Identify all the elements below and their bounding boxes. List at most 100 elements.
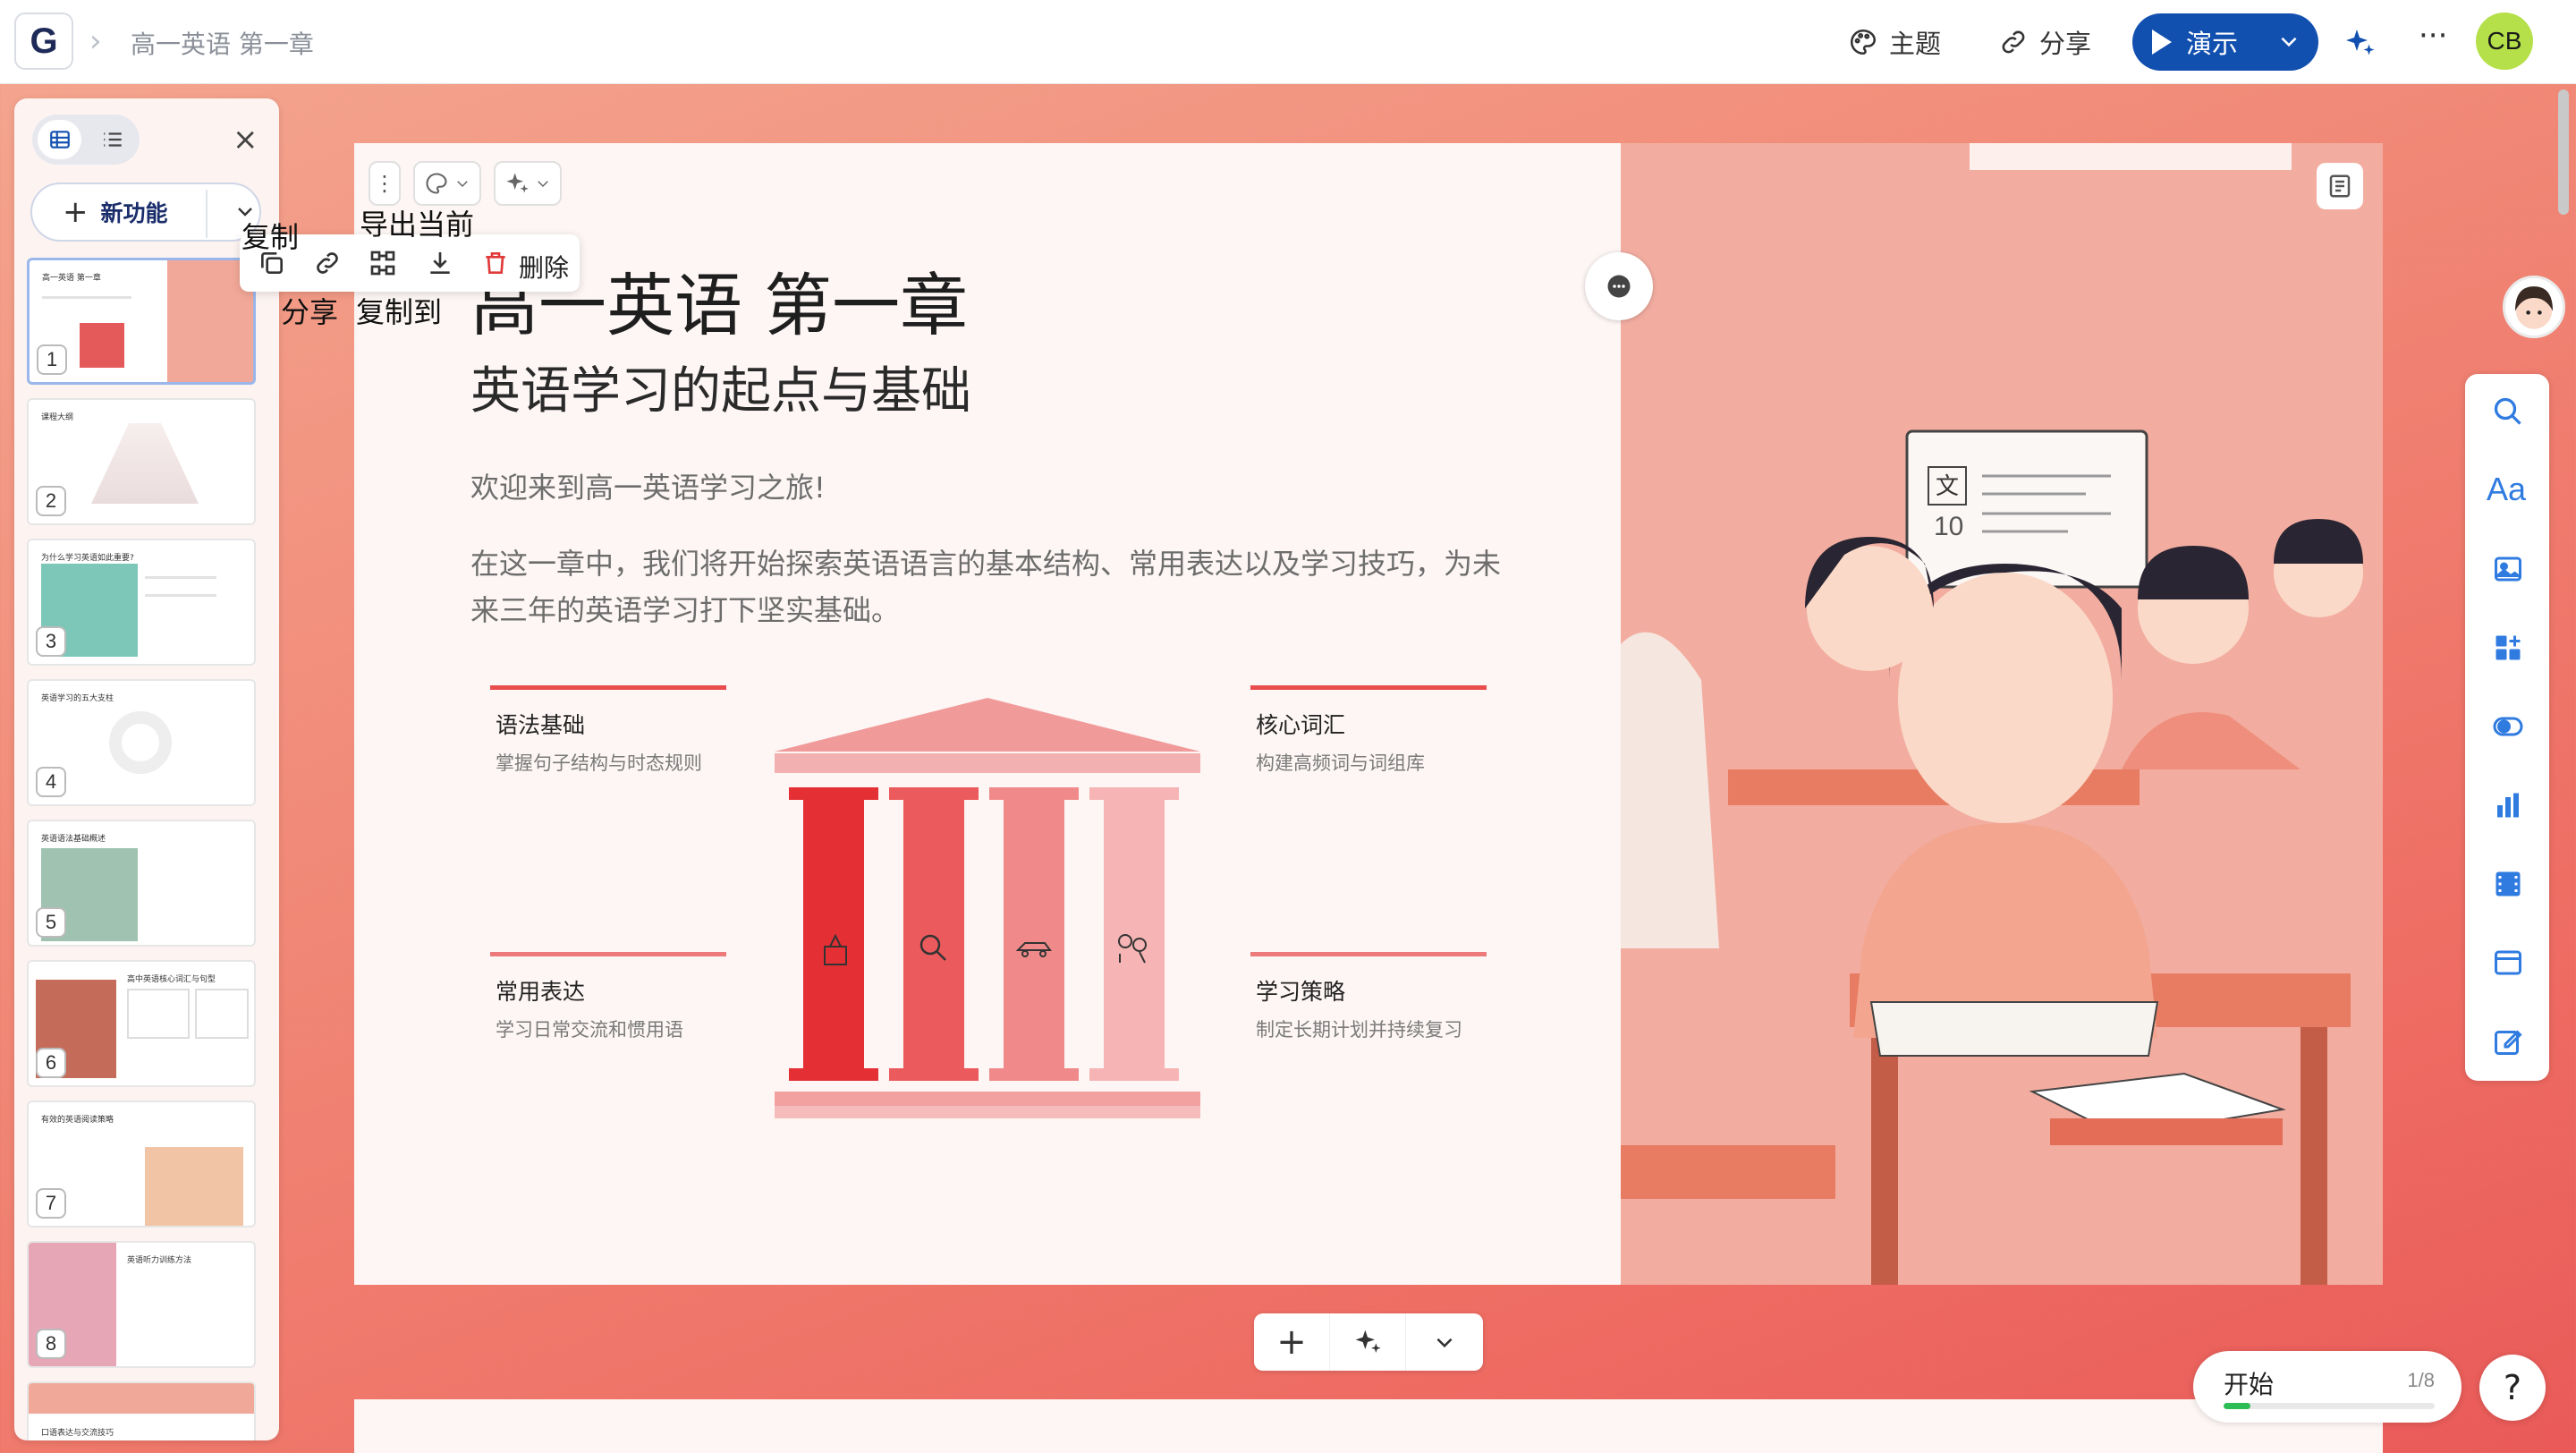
slide-thumbnail[interactable]: 为什么学习英语如此重要? 3 xyxy=(27,539,256,666)
slide-more-button[interactable]: ⋮ xyxy=(369,161,401,206)
pillar-label-vocabulary[interactable]: 核心词汇 构建高频词与词组库 xyxy=(1250,685,1487,776)
pillar-3 xyxy=(989,787,1079,1081)
plus-icon: + xyxy=(1276,1321,1307,1363)
pillar-label-expressions[interactable]: 常用表达 学习日常交流和惯用语 xyxy=(490,952,726,1042)
add-slide-button[interactable]: + xyxy=(1254,1313,1330,1371)
progress-count: 1/8 xyxy=(2407,1369,2435,1391)
slide-number: 4 xyxy=(36,767,66,797)
more-options-icon[interactable]: ··· xyxy=(2419,18,2447,54)
new-feature-label: 新功能 xyxy=(100,200,168,226)
list-icon xyxy=(103,132,122,147)
edit-icon[interactable] xyxy=(2492,1025,2524,1058)
slide-thumbnail[interactable]: 课程大纲 2 xyxy=(27,398,256,525)
pillar-label-grammar[interactable]: 语法基础 掌握句子结构与时态规则 xyxy=(490,685,726,776)
document-title[interactable]: 高一英语 第一章 xyxy=(131,25,314,61)
new-feature-button[interactable]: + 新功能 xyxy=(30,183,261,242)
thumbnail-graphic xyxy=(80,323,124,368)
getting-started-widget[interactable]: 开始 1/8 xyxy=(2193,1351,2462,1423)
add-comment-button[interactable] xyxy=(1585,252,1653,320)
text-style-icon[interactable]: Aa xyxy=(2487,471,2531,507)
palette-icon xyxy=(426,173,447,194)
top-bar: G › 高一英语 第一章 主题 分享 演示 ··· CB xyxy=(0,0,2576,84)
chevron-down-icon xyxy=(457,181,468,188)
next-slide-preview[interactable] xyxy=(354,1399,2383,1453)
slide-canvas[interactable]: ⋮ 高一英语 第一章 英语学习的起点与基础 欢迎来到高一英语学习之旅! 在这一章… xyxy=(354,143,2383,1285)
blackboard: 文 10 xyxy=(1905,429,2148,589)
slide-ai-button[interactable] xyxy=(494,161,562,206)
share-button[interactable]: 分享 xyxy=(1998,20,2091,64)
pillar-title: 常用表达 xyxy=(496,979,586,1005)
progress-fill xyxy=(2224,1403,2250,1409)
play-icon xyxy=(2152,30,2172,55)
search-icon[interactable] xyxy=(2492,395,2524,428)
toggle-icon[interactable] xyxy=(2492,710,2524,743)
close-icon[interactable]: × xyxy=(233,122,258,157)
sparkle-icon xyxy=(1355,1330,1381,1353)
link-icon[interactable] xyxy=(313,249,342,277)
copy-to-icon[interactable] xyxy=(369,249,397,277)
thumbnail-image xyxy=(145,1147,243,1226)
svg-text:10: 10 xyxy=(1934,512,1963,541)
film-icon[interactable] xyxy=(2492,868,2524,900)
thumbnail-title: 高中英语核心词汇与句型 xyxy=(127,975,216,984)
view-toggle xyxy=(32,115,140,165)
help-button[interactable]: ? xyxy=(2479,1355,2546,1421)
slide-thumbnail[interactable]: 英语语法基础概述 5 xyxy=(27,820,256,947)
thumbnail-box xyxy=(127,989,190,1039)
slide-paragraph[interactable]: 在这一章中，我们将开始探索英语语言的基本结构、常用表达以及学习技巧，为未来三年的… xyxy=(470,540,1508,633)
slide-welcome-text[interactable]: 欢迎来到高一英语学习之旅! xyxy=(470,465,826,506)
image-icon[interactable] xyxy=(2492,553,2524,585)
svg-text:文: 文 xyxy=(1936,473,1959,500)
thumbnail-line xyxy=(145,594,216,597)
speaker-notes-button[interactable] xyxy=(2317,163,2363,209)
slide-thumbnail[interactable]: 高一英语 第一章 1 xyxy=(27,258,256,385)
trash-icon[interactable] xyxy=(481,249,510,277)
pillar-label-strategy[interactable]: 学习策略 制定长期计划并持续复习 xyxy=(1250,952,1487,1042)
delete-label[interactable]: 删除 xyxy=(519,249,569,285)
tooltip-share: 分享 xyxy=(281,295,339,329)
add-slide-options-button[interactable] xyxy=(1406,1313,1482,1371)
chevron-down-icon[interactable] xyxy=(2277,30,2301,53)
comment-icon xyxy=(1607,275,1631,298)
present-label: 演示 xyxy=(2186,29,2239,59)
assistant-avatar[interactable] xyxy=(2503,276,2565,338)
divider xyxy=(206,190,208,238)
download-icon[interactable] xyxy=(426,249,454,277)
slide-thumbnail[interactable]: 高中英语核心词汇与句型 6 xyxy=(27,960,256,1087)
chevron-down-icon xyxy=(1436,1338,1453,1348)
slide-thumbnail[interactable]: 有效的英语阅读策略 7 xyxy=(27,1100,256,1228)
add-block-icon[interactable] xyxy=(2492,632,2524,664)
user-avatar[interactable]: CB xyxy=(2476,13,2533,70)
thumbnail-title: 高一英语 第一章 xyxy=(42,274,101,283)
pillar-accent-bar xyxy=(1250,952,1487,956)
present-button[interactable]: 演示 xyxy=(2132,13,2318,71)
grid-view-button[interactable] xyxy=(38,120,81,159)
pillar-accent-bar xyxy=(490,685,726,690)
thumbnail-line xyxy=(145,576,216,579)
theme-label: 主题 xyxy=(1889,29,1942,59)
thumbnail-title: 口语表达与交流技巧 xyxy=(41,1429,114,1438)
slide-thumbnail[interactable]: 口语表达与交流技巧 xyxy=(27,1381,256,1440)
thumbnail-title: 英语听力训练方法 xyxy=(127,1256,192,1265)
pillar-title: 语法基础 xyxy=(496,712,586,738)
slide-thumbnail[interactable]: 英语听力训练方法 8 xyxy=(27,1241,256,1368)
list-view-button[interactable] xyxy=(90,120,134,159)
temple-entablature xyxy=(775,753,1200,773)
app-logo[interactable]: G xyxy=(14,13,73,70)
theme-button[interactable]: 主题 xyxy=(1848,20,1941,64)
sparkle-icon[interactable] xyxy=(2343,27,2376,59)
canvas-scrollbar[interactable] xyxy=(2558,89,2569,215)
ai-add-slide-button[interactable] xyxy=(1330,1313,1406,1371)
slide-illustration[interactable]: 文 10 xyxy=(1621,143,2383,1285)
slide-subtitle[interactable]: 英语学习的起点与基础 xyxy=(470,351,971,423)
thumbnail-title: 为什么学习英语如此重要? xyxy=(41,554,134,563)
chart-icon[interactable] xyxy=(2492,789,2524,821)
thumbnail-graphic xyxy=(91,423,199,504)
temple-diagram[interactable] xyxy=(775,698,1200,1127)
slide-style-button[interactable] xyxy=(413,161,481,206)
classroom-illustration: 文 10 xyxy=(1621,143,2383,1285)
pillar-title: 核心词汇 xyxy=(1256,712,1346,738)
slide-toolbar: ⋮ xyxy=(369,161,562,206)
card-layout-icon[interactable] xyxy=(2492,947,2524,979)
slide-thumbnail[interactable]: 英语学习的五大支柱 4 xyxy=(27,679,256,806)
